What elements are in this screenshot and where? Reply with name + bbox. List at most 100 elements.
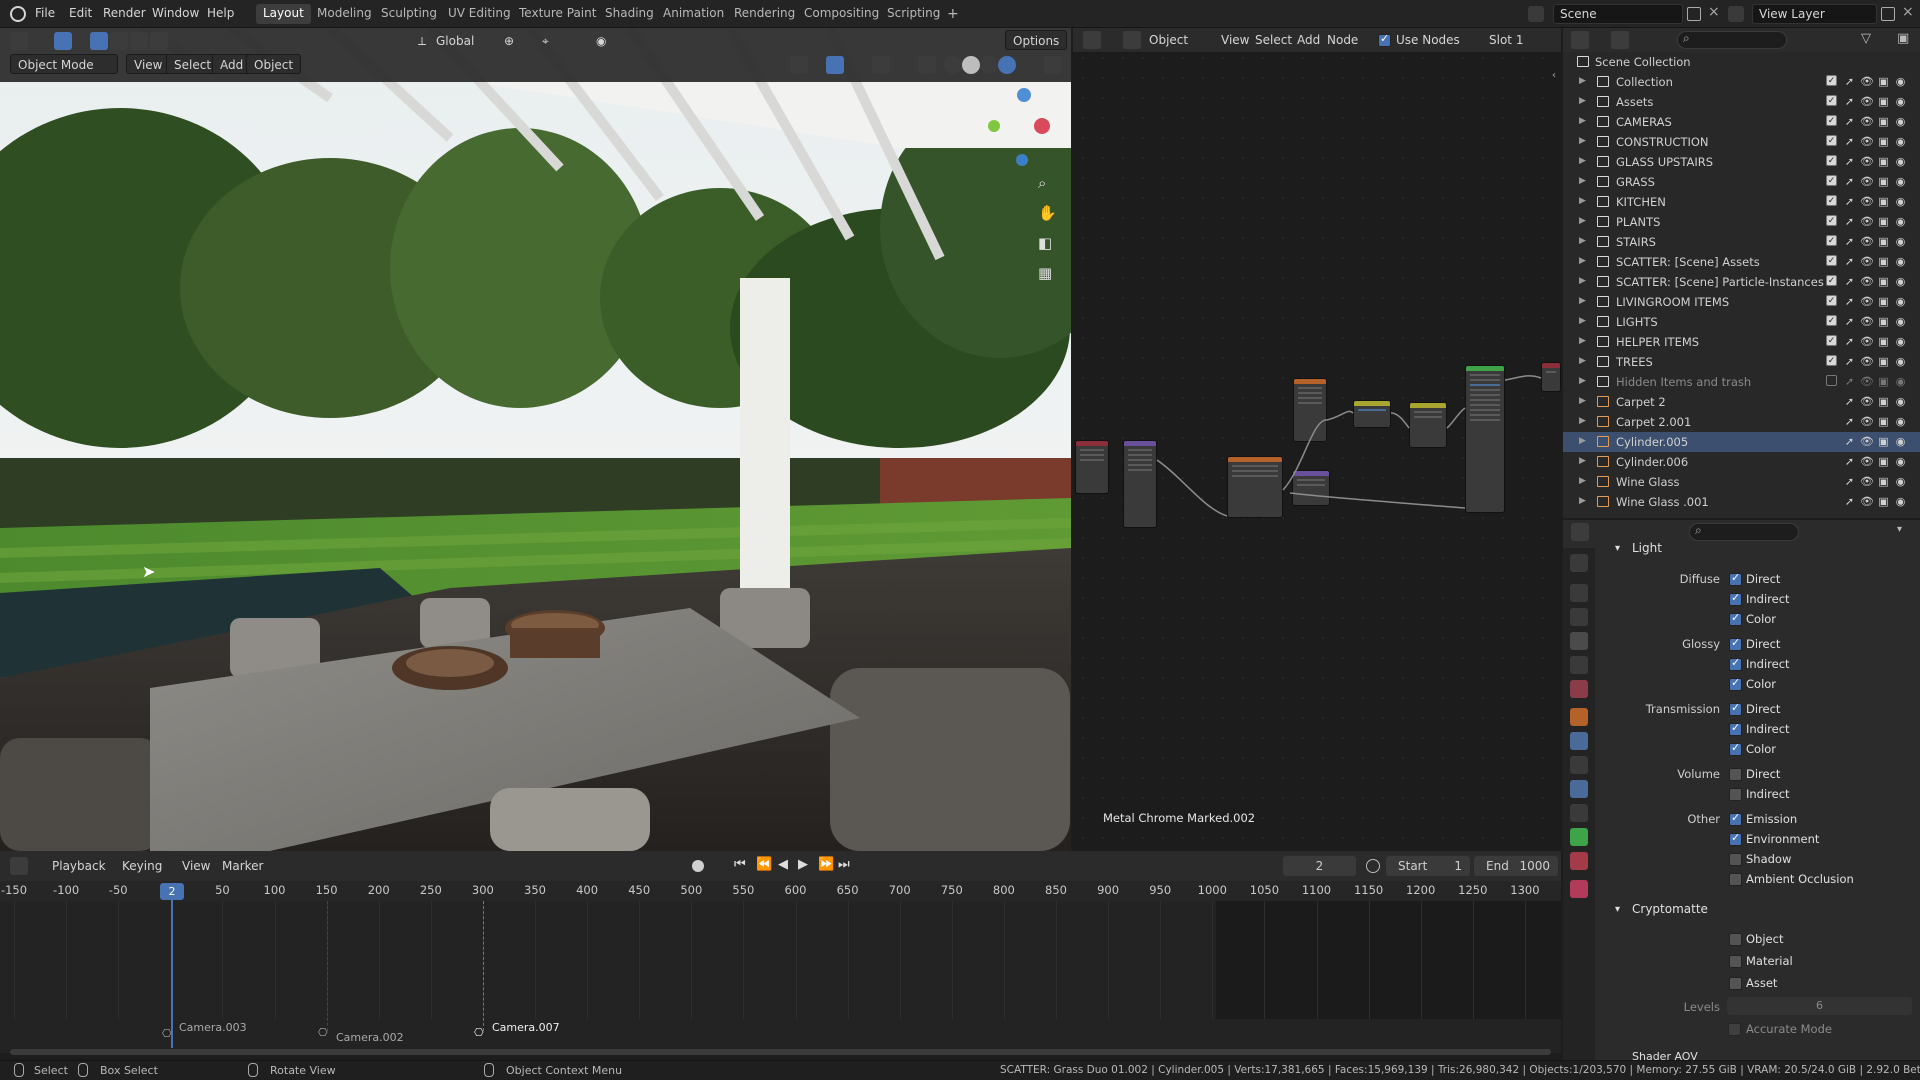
tab-uv-editing[interactable]: UV Editing: [441, 4, 518, 24]
select-invert-icon[interactable]: [150, 32, 168, 50]
expand-icon[interactable]: ▶: [1579, 296, 1586, 306]
expand-icon[interactable]: ▶: [1579, 116, 1586, 126]
expand-icon[interactable]: ▶: [1579, 96, 1586, 106]
visibility-eye-icon[interactable]: 👁: [1860, 215, 1874, 228]
view-layer-icon[interactable]: [1728, 6, 1744, 22]
outliner-row[interactable]: ▶ Cylinder.006 ➚ 👁 ▣ ◉: [1563, 452, 1920, 472]
viewport-monitor-icon[interactable]: ▣: [1877, 415, 1890, 428]
prev-keyframe-icon[interactable]: ⏪: [756, 857, 772, 872]
visibility-eye-icon[interactable]: 👁: [1860, 135, 1874, 148]
object-mode-dropdown[interactable]: Object Mode: [10, 54, 118, 74]
output-tab-icon[interactable]: [1570, 608, 1588, 626]
pause-render-icon[interactable]: [1044, 56, 1062, 74]
menu-window[interactable]: Window: [152, 6, 199, 20]
options-chevron-icon[interactable]: ▾: [1897, 524, 1902, 535]
blender-logo-icon[interactable]: [10, 6, 26, 22]
scene-tab-icon[interactable]: [1570, 656, 1588, 674]
expand-icon[interactable]: ▶: [1579, 456, 1586, 466]
current-frame-field[interactable]: 2: [1283, 856, 1356, 876]
particles-tab-icon[interactable]: [1570, 756, 1588, 774]
selectable-arrow-icon[interactable]: ➚: [1843, 395, 1856, 408]
display-mode-icon[interactable]: [1611, 31, 1629, 49]
pass-checkbox[interactable]: [1729, 611, 1742, 626]
expand-icon[interactable]: ▶: [1579, 396, 1586, 406]
play-reverse-icon[interactable]: ◀: [778, 857, 788, 872]
expand-icon[interactable]: ▶: [1579, 236, 1586, 246]
axis-y-icon[interactable]: [988, 120, 1000, 132]
outliner-row[interactable]: ▶ Cylinder.005 ➚ 👁 ▣ ◉: [1563, 432, 1920, 452]
menu-help[interactable]: Help: [207, 6, 234, 20]
levels-field[interactable]: 6: [1727, 997, 1912, 1015]
exclude-checkbox-icon[interactable]: ✓: [1826, 115, 1837, 126]
outliner[interactable]: ⌕ ▽ ▣ Scene Collection ▶ Collection ✓ ➚ 👁 ▣ ◉ ▶…: [1563, 28, 1920, 518]
viewport-monitor-icon[interactable]: ▣: [1877, 255, 1890, 268]
outliner-row[interactable]: ▶ Collection ✓ ➚ 👁 ▣ ◉: [1563, 72, 1920, 92]
pass-checkbox[interactable]: [1729, 636, 1742, 651]
visibility-eye-icon[interactable]: 👁: [1860, 315, 1874, 328]
expand-icon[interactable]: ▶: [1579, 256, 1586, 266]
render-camera-icon[interactable]: ◉: [1894, 395, 1907, 408]
select-tool-icon[interactable]: [54, 32, 72, 50]
selectable-arrow-icon[interactable]: ➚: [1843, 135, 1856, 148]
selectable-arrow-icon[interactable]: ➚: [1843, 275, 1856, 288]
exclude-checkbox-icon[interactable]: ✓: [1826, 175, 1837, 186]
viewport-monitor-icon[interactable]: ▣: [1877, 115, 1890, 128]
visibility-eye-icon[interactable]: 👁: [1860, 155, 1874, 168]
outliner-row[interactable]: ▶ HELPER ITEMS ✓ ➚ 👁 ▣ ◉: [1563, 332, 1920, 352]
render-camera-icon[interactable]: ◉: [1894, 195, 1907, 208]
visibility-eye-icon[interactable]: 👁: [1860, 395, 1874, 408]
selectable-arrow-icon[interactable]: ➚: [1843, 115, 1856, 128]
viewport-monitor-icon[interactable]: ▣: [1877, 95, 1890, 108]
selectable-arrow-icon[interactable]: ➚: [1843, 335, 1856, 348]
cryptomatte-checkbox[interactable]: [1729, 955, 1742, 968]
tool-tab-icon[interactable]: [1570, 554, 1588, 572]
viewport-monitor-icon[interactable]: ▣: [1877, 295, 1890, 308]
cryptomatte-section-header[interactable]: Cryptomatte: [1632, 902, 1708, 916]
render-camera-icon[interactable]: ◉: [1894, 75, 1907, 88]
preview-range-icon[interactable]: [1366, 859, 1380, 873]
visibility-eye-icon[interactable]: 👁: [1860, 355, 1874, 368]
shading-solid-icon[interactable]: [962, 56, 980, 74]
pan-hand-icon[interactable]: ✋: [1038, 204, 1057, 222]
render-camera-icon[interactable]: ◉: [1894, 115, 1907, 128]
viewport-monitor-icon[interactable]: ▣: [1877, 435, 1890, 448]
playback-menu[interactable]: Playback: [46, 856, 112, 876]
menu-file[interactable]: File: [35, 6, 55, 20]
outliner-row[interactable]: ▶ STAIRS ✓ ➚ 👁 ▣ ◉: [1563, 232, 1920, 252]
visibility-eye-icon[interactable]: 👁: [1860, 195, 1874, 208]
object-tab-icon[interactable]: [1570, 708, 1588, 726]
render-camera-icon[interactable]: ◉: [1894, 215, 1907, 228]
filter-icon[interactable]: ▽: [1861, 31, 1871, 46]
outliner-row[interactable]: ▶ Carpet 2 ➚ 👁 ▣ ◉: [1563, 392, 1920, 412]
outliner-row[interactable]: ▶ CAMERAS ✓ ➚ 👁 ▣ ◉: [1563, 112, 1920, 132]
exclude-checkbox-icon[interactable]: ✓: [1826, 315, 1837, 326]
marker-menu[interactable]: Marker: [216, 856, 269, 876]
render-camera-icon[interactable]: ◉: [1894, 235, 1907, 248]
tab-texture-paint[interactable]: Texture Paint: [512, 4, 603, 24]
outliner-row[interactable]: ▶ TREES ✓ ➚ 👁 ▣ ◉: [1563, 352, 1920, 372]
selectable-arrow-icon[interactable]: ➚: [1843, 495, 1856, 508]
scene-collection-row[interactable]: Scene Collection: [1563, 52, 1920, 72]
expand-icon[interactable]: ▶: [1579, 196, 1586, 206]
3d-viewport[interactable]: [0, 28, 1071, 851]
viewport-monitor-icon[interactable]: ▣: [1877, 275, 1890, 288]
outliner-row[interactable]: ▶ PLANTS ✓ ➚ 👁 ▣ ◉: [1563, 212, 1920, 232]
exclude-checkbox-icon[interactable]: ✓: [1826, 275, 1837, 286]
selectable-arrow-icon[interactable]: ➚: [1843, 435, 1856, 448]
render-camera-icon[interactable]: ◉: [1894, 475, 1907, 488]
expand-icon[interactable]: ▶: [1579, 156, 1586, 166]
view-layer-tab-icon[interactable]: [1570, 632, 1588, 650]
exclude-checkbox-icon[interactable]: ✓: [1826, 95, 1837, 106]
perspective-toggle-icon[interactable]: ▦: [1038, 264, 1052, 282]
exclude-checkbox-icon[interactable]: ✓: [1826, 215, 1837, 226]
selectable-arrow-icon[interactable]: ➚: [1843, 95, 1856, 108]
gizmo-toggle-icon[interactable]: [826, 56, 844, 74]
end-frame-field[interactable]: End 1000: [1474, 856, 1558, 876]
render-camera-icon[interactable]: ◉: [1894, 435, 1907, 448]
texture-tab-icon[interactable]: [1570, 880, 1588, 898]
pass-checkbox[interactable]: [1729, 701, 1742, 716]
delete-view-layer-icon[interactable]: ×: [1902, 4, 1914, 20]
render-camera-icon[interactable]: ◉: [1894, 255, 1907, 268]
outliner-search-input[interactable]: [1677, 31, 1787, 49]
cryptomatte-checkbox[interactable]: [1729, 933, 1742, 946]
